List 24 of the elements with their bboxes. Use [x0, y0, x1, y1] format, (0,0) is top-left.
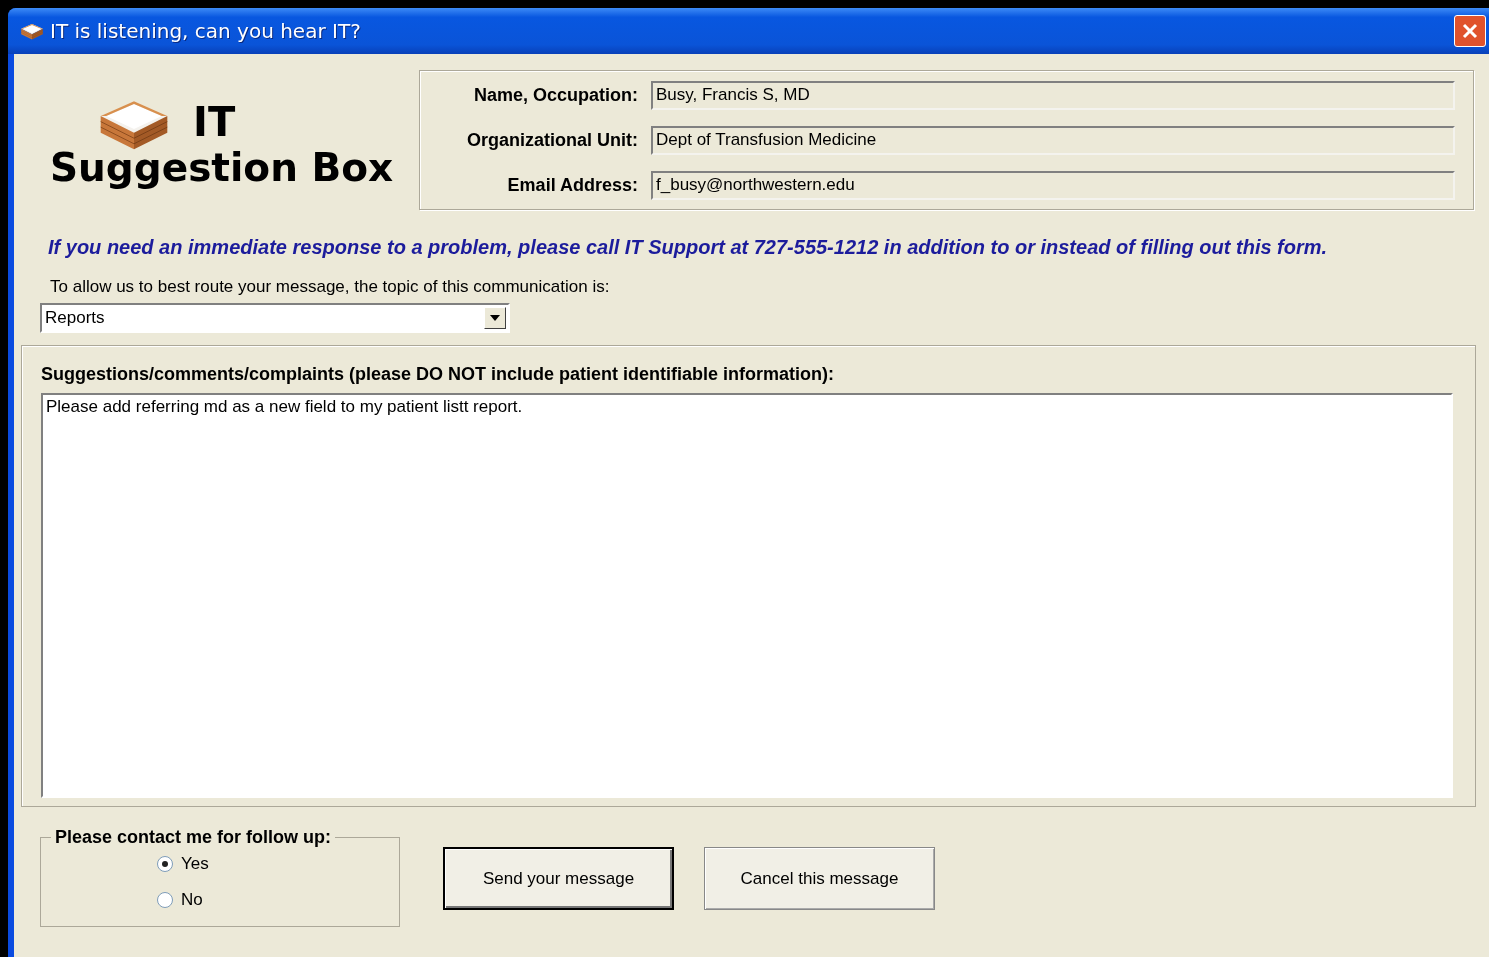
radio-label[interactable]: No: [181, 890, 203, 910]
text-field[interactable]: Busy, Francis S, MD: [651, 80, 1455, 110]
text-field[interactable]: Dept of Transfusion Medicine: [651, 125, 1455, 155]
field-label: Organizational Unit:: [467, 129, 638, 151]
close-icon[interactable]: [1461, 22, 1479, 40]
radio-button[interactable]: [157, 856, 173, 872]
action-button[interactable]: Send your message: [443, 847, 674, 910]
follow-up-label: Please contact me for follow up:: [54, 827, 333, 848]
app-icon: [20, 21, 44, 41]
radio-label[interactable]: Yes: [181, 854, 209, 874]
logo-text: IT: [193, 98, 236, 145]
window-title: IT is listening, can you hear IT?: [50, 19, 362, 43]
field-label: Email Address:: [507, 174, 638, 196]
topic-label: To allow us to best route your message, the topic of this communication is:: [50, 277, 611, 297]
radio-button[interactable]: [157, 892, 173, 908]
close-button[interactable]: [1454, 15, 1486, 47]
field-label: Name, Occupation:: [473, 84, 638, 106]
action-button[interactable]: Cancel this message: [704, 847, 935, 910]
suggestions-field[interactable]: Please add referring md as a new field to my patient listt report.: [41, 393, 1453, 798]
topic-dropdown[interactable]: Reports: [40, 303, 510, 333]
text-field[interactable]: f_busy@northwestern.edu: [651, 170, 1455, 200]
suggestions-label: Suggestions/comments/complaints (please DO NOT include patient identifiable information):: [41, 364, 836, 385]
notice-text: If you need an immediate response to a problem, please call IT Support at 727-555-1212 in addition to or instead of filling out this form.: [48, 236, 1329, 259]
logo-text: Suggestion Box: [50, 145, 394, 191]
